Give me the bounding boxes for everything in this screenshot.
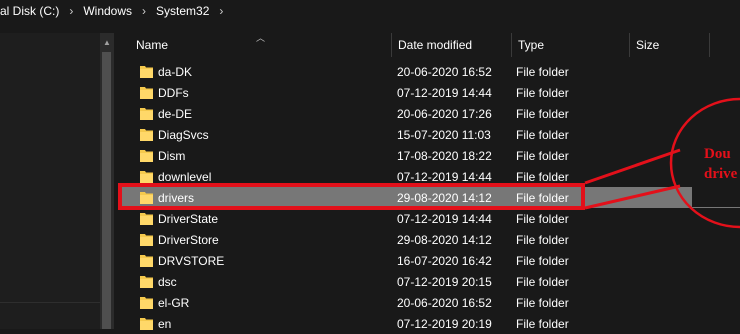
- file-type: File folder: [516, 295, 569, 310]
- folder-icon: [140, 66, 153, 78]
- navigation-divider: [0, 302, 100, 303]
- breadcrumb-local-disk[interactable]: al Disk (C:): [0, 4, 63, 18]
- file-date-modified: 07-12-2019 20:15: [397, 274, 492, 289]
- file-date-modified: 07-12-2019 14:44: [397, 85, 492, 100]
- folder-icon: [140, 255, 153, 267]
- scroll-up-arrow-icon[interactable]: ▲: [100, 36, 114, 48]
- folder-icon: [140, 276, 153, 288]
- sort-ascending-icon: ︿: [256, 33, 266, 43]
- folder-icon: [140, 297, 153, 309]
- file-row[interactable]: DRVSTORE 16-07-2020 16:42 File folder: [118, 250, 740, 271]
- breadcrumb-system32[interactable]: System32: [152, 4, 213, 18]
- file-date-modified: 15-07-2020 11:03: [397, 127, 491, 142]
- folder-icon: [140, 108, 153, 120]
- chevron-right-icon[interactable]: ›: [63, 4, 79, 18]
- file-type: File folder: [516, 127, 569, 142]
- file-row[interactable]: en 07-12-2019 20:19 File folder: [118, 313, 740, 334]
- folder-icon: [140, 150, 153, 162]
- file-row[interactable]: DriverState 07-12-2019 14:44 File folder: [118, 208, 740, 229]
- file-row[interactable]: DDFs 07-12-2019 14:44 File folder: [118, 82, 740, 103]
- chevron-right-icon[interactable]: ›: [136, 4, 152, 18]
- annotation-text-line-1: Dou: [704, 146, 731, 162]
- column-header-date-modified[interactable]: Date modified: [392, 33, 512, 57]
- annotation-text-line-2: drive: [704, 166, 738, 182]
- file-row[interactable]: dsc 07-12-2019 20:15 File folder: [118, 271, 740, 292]
- file-row[interactable]: DiagSvcs 15-07-2020 11:03 File folder: [118, 124, 740, 145]
- file-name: da-DK: [158, 64, 193, 79]
- file-name: DriverStore: [158, 232, 219, 247]
- file-type: File folder: [516, 232, 569, 247]
- file-row[interactable]: Dism 17-08-2020 18:22 File folder: [118, 145, 740, 166]
- navigation-pane[interactable]: [0, 33, 100, 329]
- file-row[interactable]: DriverStore 29-08-2020 14:12 File folder: [118, 229, 740, 250]
- file-date-modified: 20-06-2020 16:52: [397, 64, 492, 79]
- file-name: DriverState: [158, 211, 219, 226]
- file-type: File folder: [516, 211, 569, 226]
- file-date-modified: 29-08-2020 14:12: [397, 232, 492, 247]
- file-date-modified: 07-12-2019 20:19: [397, 316, 492, 331]
- file-name: DiagSvcs: [158, 127, 209, 142]
- file-type: File folder: [516, 316, 569, 331]
- file-name: DRVSTORE: [158, 253, 225, 268]
- file-type: File folder: [516, 148, 569, 163]
- file-type: File folder: [516, 274, 569, 289]
- folder-icon: [140, 234, 153, 246]
- file-row[interactable]: el-GR 20-06-2020 16:52 File folder: [118, 292, 740, 313]
- file-type: File folder: [516, 253, 569, 268]
- file-date-modified: 07-12-2019 14:44: [397, 211, 492, 226]
- file-type: File folder: [516, 106, 569, 121]
- folder-icon: [140, 318, 153, 330]
- file-name: de-DE: [158, 106, 193, 121]
- file-name: Dism: [158, 148, 186, 163]
- column-header-row: Name Date modified Type Size: [118, 33, 740, 57]
- file-type: File folder: [516, 64, 569, 79]
- file-date-modified: 17-08-2020 18:22: [397, 148, 492, 163]
- chevron-right-icon[interactable]: ›: [213, 4, 229, 18]
- annotation-highlight-box: [118, 183, 585, 210]
- file-date-modified: 16-07-2020 16:42: [397, 253, 492, 268]
- folder-icon: [140, 87, 153, 99]
- breadcrumb-windows[interactable]: Windows: [79, 4, 136, 18]
- file-name: DDFs: [158, 85, 189, 100]
- file-name: dsc: [158, 274, 177, 289]
- scrollbar-thumb[interactable]: [102, 52, 111, 329]
- folder-icon: [140, 213, 153, 225]
- file-row[interactable]: de-DE 20-06-2020 17:26 File folder: [118, 103, 740, 124]
- selection-edge: [692, 186, 740, 207]
- folder-icon: [140, 129, 153, 141]
- file-name: en: [158, 316, 172, 331]
- file-name: el-GR: [158, 295, 190, 310]
- column-header-type[interactable]: Type: [512, 33, 630, 57]
- file-type: File folder: [516, 85, 569, 100]
- folder-icon: [140, 171, 153, 183]
- file-date-modified: 20-06-2020 16:52: [397, 295, 492, 310]
- column-header-size[interactable]: Size: [630, 33, 710, 57]
- file-date-modified: 20-06-2020 17:26: [397, 106, 492, 121]
- file-row[interactable]: da-DK 20-06-2020 16:52 File folder: [118, 61, 740, 82]
- breadcrumb: al Disk (C:) › Windows › System32 ›: [0, 0, 740, 22]
